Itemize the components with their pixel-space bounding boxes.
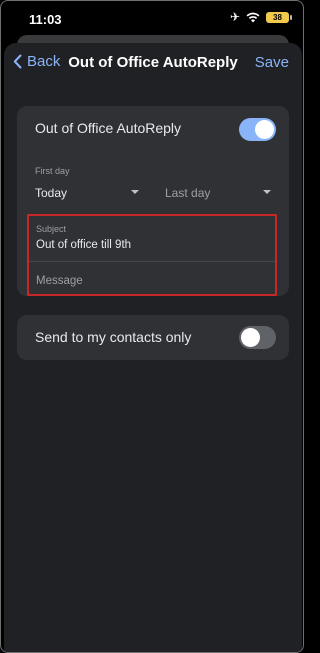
chevron-left-icon <box>13 54 22 69</box>
last-day-placeholder: Last day <box>165 186 211 200</box>
autoreply-toggle-label: Out of Office AutoReply <box>35 120 182 136</box>
back-button-label: Back <box>27 53 61 70</box>
autoreply-sheet: Back Out of Office AutoReply Save Out of… <box>4 43 302 652</box>
last-day-dropdown[interactable]: Last day <box>165 184 271 202</box>
subject-label: Subject <box>36 224 67 234</box>
subject-field[interactable]: Out of office till 9th <box>36 239 131 251</box>
save-button[interactable]: Save <box>255 54 289 71</box>
toggle-knob <box>255 120 274 139</box>
contacts-only-label: Send to my contacts only <box>35 329 192 345</box>
autoreply-toggle-row: Out of Office AutoReply <box>17 106 289 152</box>
battery-icon: 38 <box>266 11 292 23</box>
autoreply-toggle[interactable] <box>239 118 276 141</box>
toggle-knob <box>241 328 260 347</box>
status-bar: 11:03 ✈ 38 <box>1 1 303 35</box>
contacts-only-toggle[interactable] <box>239 326 276 349</box>
message-field[interactable]: Message <box>36 275 83 287</box>
status-time: 11:03 <box>29 12 62 27</box>
wifi-icon <box>246 12 260 23</box>
caret-down-icon <box>131 190 139 194</box>
first-day-value: Today <box>35 186 68 200</box>
first-day-label: First day <box>35 166 70 176</box>
autoreply-settings-card: Out of Office AutoReply First day Today … <box>17 106 289 296</box>
phone-frame: 11:03 ✈ 38 Back Out of Office AutoReply <box>0 0 304 653</box>
subject-message-highlight: Subject Out of office till 9th Message <box>27 214 277 296</box>
nav-bar: Back Out of Office AutoReply Save <box>4 43 302 83</box>
field-divider <box>29 261 275 262</box>
airplane-icon: ✈ <box>229 10 240 24</box>
contacts-only-card: Send to my contacts only <box>17 315 289 360</box>
back-button[interactable]: Back <box>13 53 60 70</box>
status-icons: ✈ 38 <box>229 10 292 24</box>
caret-down-icon <box>263 190 271 194</box>
first-day-dropdown[interactable]: Today <box>35 184 139 202</box>
